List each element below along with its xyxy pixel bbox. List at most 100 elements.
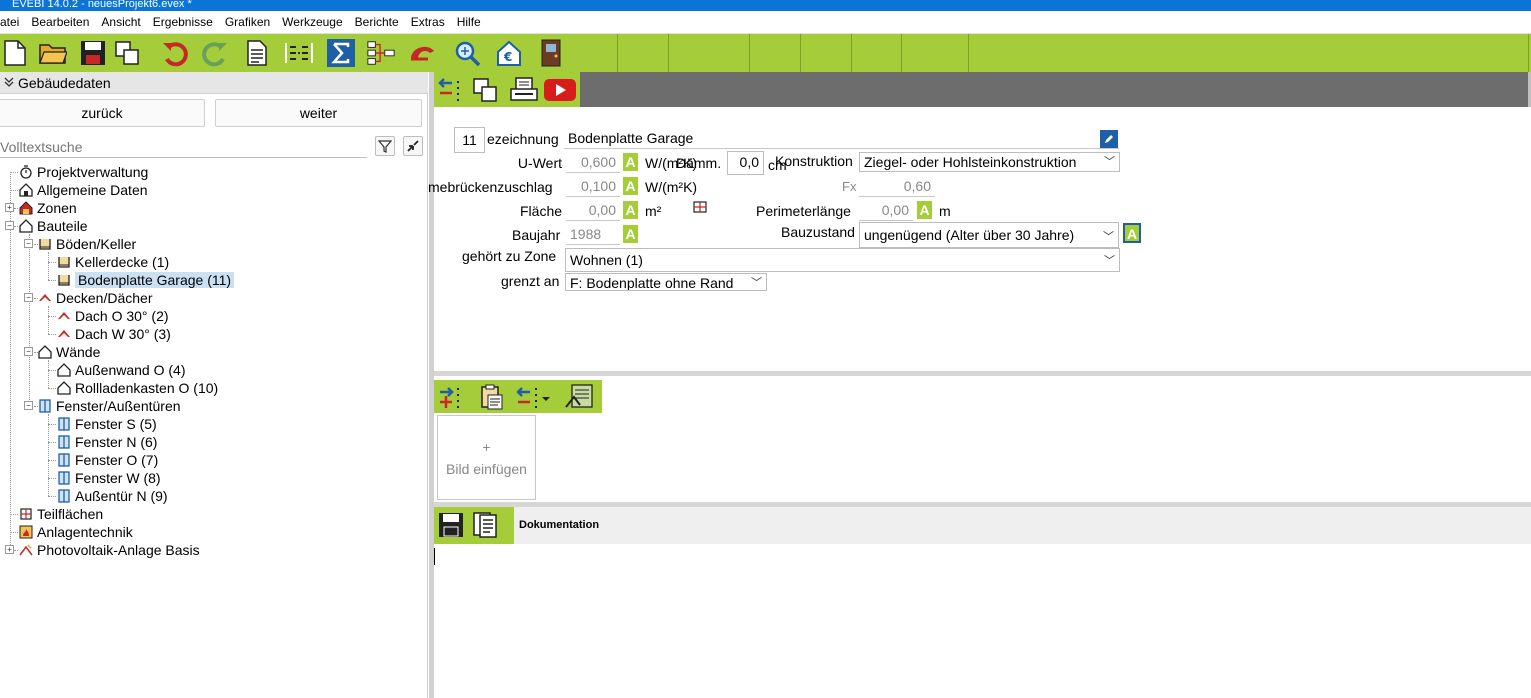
bezeichnung-input[interactable]: Bodenplatte Garage [564,128,1119,149]
tree-item-anlagentechnik[interactable]: Anlagentechnik [18,523,133,541]
network-icon[interactable] [366,38,396,68]
add-arrows-icon[interactable] [438,384,468,413]
documentation-editor[interactable] [434,544,1531,698]
euro-house-icon[interactable]: € [494,38,524,68]
tree-item-bodenplatte-garage[interactable]: Bodenplatte Garage (11) [56,271,235,289]
menu-werkzeuge[interactable]: Werkzeuge [276,15,348,29]
baujahr-auto-button[interactable]: A [623,225,638,243]
tree-item-zonen[interactable]: Zonen [18,199,77,217]
tree-item-allgemeine-daten[interactable]: Allgemeine Daten [18,181,148,199]
tree-item-aussenwand[interactable]: Außenwand O (4) [56,361,186,379]
search-zoom-icon[interactable] [452,38,482,68]
tree-item-fenster-s[interactable]: Fenster S (5) [56,415,157,433]
tree-item-waende[interactable]: Wände [37,343,100,361]
expand-zonen-icon[interactable]: + [5,203,14,212]
tree-item-bauteile[interactable]: Bauteile [18,217,88,235]
tree-item-boeden-keller[interactable]: Böden/Keller [37,235,136,253]
door-icon[interactable] [536,38,566,68]
wall-icon [56,380,72,396]
tree-item-fenster-aussentueren[interactable]: Fenster/Außentüren [37,397,181,415]
menu-extras[interactable]: Extras [405,15,451,29]
tree-item-fenster-n[interactable]: Fenster N (6) [56,433,157,451]
daemm-input[interactable]: 0,0 [727,151,764,175]
fx-input[interactable]: 0,60 [859,176,935,197]
paste-clipboard-icon[interactable] [478,383,504,414]
tree-item-decken-daecher[interactable]: Decken/Dächer [37,289,153,307]
tree-item-teilflaechen[interactable]: Teilflächen [18,505,103,523]
collapse-boeden-icon[interactable]: − [24,239,33,248]
tree-label: Kellerdecke (1) [75,254,170,270]
tree-item-fenster-o[interactable]: Fenster O (7) [56,451,158,469]
tree-item-aussentuer-n[interactable]: Außentür N (9) [56,487,168,505]
tree-label-selected: Bodenplatte Garage (11) [75,272,235,288]
filter-icon[interactable] [375,136,395,156]
tree-item-fenster-w[interactable]: Fenster W (8) [56,469,161,487]
flaeche-input[interactable]: 0,00 [566,200,620,221]
sum-icon[interactable] [326,38,356,68]
perimeterlaenge-auto-button[interactable]: A [917,201,932,219]
cap-icon[interactable] [408,38,438,68]
collapse-chevron-icon[interactable] [0,76,18,90]
baujahr-input[interactable]: 1988 [566,224,620,245]
bauzustand-select[interactable]: ungenügend (Alter über 30 Jahre) ﹀ [859,222,1119,248]
copy-icon[interactable] [112,38,142,68]
tree-label: Außentür N (9) [75,488,168,504]
compare-icon[interactable] [284,38,314,68]
tree-item-dach-w[interactable]: Dach W 30° (3) [56,325,171,343]
back-button[interactable]: zurück [0,99,205,127]
tree-label: Außenwand O (4) [75,362,186,378]
konstruktion-select[interactable]: Ziegel- oder Hohlsteinkonstruktion ﹀ [859,152,1120,172]
report-icon[interactable] [242,38,272,68]
menu-ergebnisse[interactable]: Ergebnisse [147,15,219,29]
next-button[interactable]: weiter [215,99,422,127]
undo-icon[interactable] [160,38,190,68]
collapse-all-icon[interactable] [403,136,423,156]
tree-item-photovoltaik[interactable]: Photovoltaik-Anlage Basis [18,541,200,559]
remove-arrows-icon[interactable] [516,384,556,413]
tree-item-projektverwaltung[interactable]: Projektverwaltung [18,163,148,181]
tree-item-rollladenkasten[interactable]: Rollladenkasten O (10) [56,379,218,397]
tree-label: Dach W 30° (3) [75,326,171,342]
zone-select[interactable]: Wohnen (1) ﹀ [565,248,1120,272]
collapse-fenster-icon[interactable]: − [24,401,33,410]
menu-berichte[interactable]: Berichte [349,15,405,29]
insert-image-button[interactable]: + Bild einfügen [437,415,536,500]
documents-icon[interactable] [472,511,504,542]
duplicate-icon[interactable] [472,77,500,106]
tree-item-dach-o[interactable]: Dach O 30° (2) [56,307,169,325]
open-folder-icon[interactable] [38,38,68,68]
collapse-waende-icon[interactable]: − [24,347,33,356]
sidebar-header[interactable]: Gebäudedaten [0,72,428,94]
tree-item-kellerdecke[interactable]: Kellerdecke (1) [56,253,169,271]
menu-datei[interactable]: atei [0,15,25,29]
menu-ansicht[interactable]: Ansicht [95,15,146,29]
perimeterlaenge-input[interactable]: 0,00 [859,200,913,221]
wall-icon [37,344,53,360]
flaeche-auto-button[interactable]: A [623,201,638,219]
redo-icon[interactable] [200,38,230,68]
print-document-icon[interactable] [508,77,540,106]
sub-toolbar [434,72,580,107]
save-icon[interactable] [438,512,464,541]
save-icon[interactable] [78,38,108,68]
area-calc-icon[interactable] [692,199,708,215]
tree-label: Fenster/Außentüren [56,398,181,414]
menu-grafiken[interactable]: Grafiken [219,15,276,29]
image-edit-icon[interactable] [564,383,596,414]
collapse-decken-icon[interactable]: − [24,293,33,302]
bauzustand-auto-button[interactable]: A [1123,223,1141,243]
uwert-input[interactable]: 0,600 [566,152,620,173]
waermebrueckenzuschlag-auto-button[interactable]: A [623,177,638,195]
edit-pencil-icon[interactable] [1100,130,1118,148]
search-input[interactable] [0,136,367,158]
waermebrueckenzuschlag-input[interactable]: 0,100 [566,176,620,197]
new-document-icon[interactable] [0,38,30,68]
menu-bearbeiten[interactable]: Bearbeiten [25,15,95,29]
menu-hilfe[interactable]: Hilfe [451,15,487,29]
move-arrows-icon[interactable] [438,77,468,106]
grenzt-an-select[interactable]: F: Bodenplatte ohne Rand ﹀ [565,273,767,291]
uwert-auto-button[interactable]: A [623,153,638,171]
expand-photovoltaik-icon[interactable]: + [5,545,14,554]
collapse-bauteile-icon[interactable]: − [5,221,14,230]
youtube-play-icon[interactable] [544,79,576,104]
